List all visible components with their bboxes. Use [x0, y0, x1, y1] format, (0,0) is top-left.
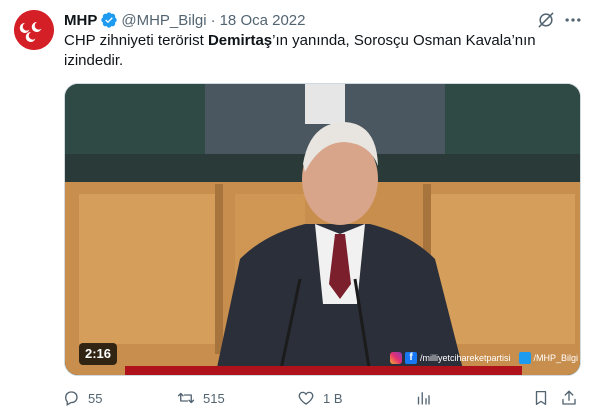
views-icon [417, 392, 430, 405]
action-bar: 55 515 1 B [62, 388, 582, 408]
tweet-card[interactable]: MHP @MHP_Bilgi · 18 Oca 2022 CHP zihniye… [0, 0, 599, 419]
reply-count: 55 [88, 390, 103, 406]
mhp-logo-icon [14, 10, 54, 50]
like-count: 1 B [323, 390, 343, 406]
tweet-date[interactable]: 18 Oca 2022 [220, 12, 306, 29]
facebook-icon: f [405, 352, 417, 364]
reply-button[interactable]: 55 [62, 388, 102, 408]
instagram-icon [390, 352, 402, 364]
bookmark-button[interactable] [532, 388, 558, 408]
like-button[interactable]: 1 B [297, 388, 343, 408]
video-watermark: f /milliyetcihareketpartisi /MHP_Bilgi [390, 351, 578, 365]
grok-icon [538, 12, 554, 28]
tweet-header: MHP @MHP_Bilgi · 18 Oca 2022 [64, 10, 306, 30]
author-name[interactable]: MHP [64, 12, 97, 29]
tweet-text: CHP zihniyeti terörist Demirtaş’ın yanın… [64, 31, 584, 71]
repost-button[interactable]: 515 [177, 388, 225, 408]
views-button[interactable] [414, 388, 440, 408]
heart-icon [298, 391, 314, 405]
watermark-social-text: /milliyetcihareketpartisi [420, 353, 511, 363]
tweet-text-start: CHP zihniyeti terörist [64, 32, 208, 49]
separator-dot: · [210, 11, 216, 29]
verified-badge-icon [101, 12, 118, 28]
avatar[interactable] [14, 10, 54, 50]
repost-count: 515 [203, 390, 225, 406]
twitter-icon [518, 352, 531, 364]
repost-icon [177, 392, 195, 404]
share-button[interactable] [560, 388, 586, 408]
grok-button[interactable] [536, 10, 556, 30]
watermark-twitter-text: /MHP_Bilgi [533, 353, 579, 363]
video-player[interactable]: 2:16 f /milliyetcihareketpartisi /MHP_Bi… [64, 83, 581, 376]
author-handle[interactable]: @MHP_Bilgi [121, 12, 206, 29]
tweet-text-mention: Demirtaş [207, 32, 273, 49]
reply-icon [65, 391, 78, 406]
video-thumbnail [65, 84, 580, 375]
video-duration: 2:16 [79, 343, 118, 365]
bookmark-icon [535, 390, 547, 406]
share-icon [562, 390, 576, 405]
more-button[interactable] [563, 10, 583, 30]
more-icon [565, 18, 581, 22]
